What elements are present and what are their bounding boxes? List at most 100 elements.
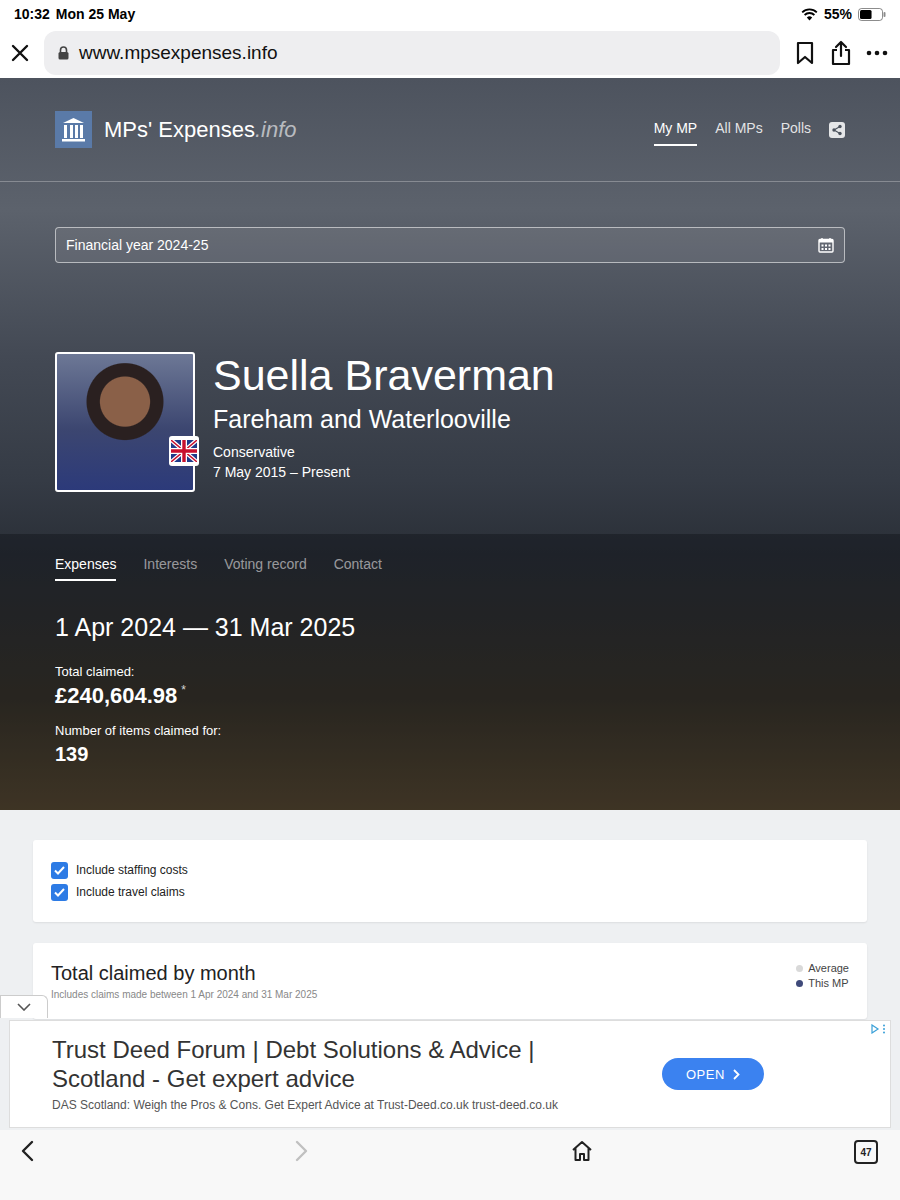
ad-description[interactable]: DAS Scotland: Weigh the Pros & Cons. Get… (52, 1098, 632, 1112)
year-value[interactable]: Financial year 2024-25 (66, 237, 208, 253)
date: Mon 25 May (56, 6, 135, 22)
term: 7 May 2015 – Present (213, 464, 555, 480)
legend-dot (796, 965, 803, 972)
ad-open-button[interactable]: OPEN (662, 1058, 764, 1090)
ad-collapse-button[interactable] (0, 995, 48, 1018)
chart-titles: Total claimed by month Includes claims ma… (51, 962, 317, 1000)
time: 10:32 (14, 6, 50, 22)
bookmark-icon[interactable] (794, 41, 816, 65)
site-nav: My MP All MPs Polls (654, 114, 845, 146)
nav-item[interactable]: My MP (654, 114, 698, 146)
home-button[interactable] (571, 1140, 593, 1162)
home-icon[interactable] (571, 1140, 593, 1162)
status-bar: 10:32 Mon 25 May 55% (0, 0, 900, 28)
battery-fill (860, 10, 872, 19)
back-arrow-icon[interactable] (20, 1140, 34, 1162)
hero-banner: MPs' Expenses.info My MP All MPs Polls Finan… (0, 78, 900, 810)
ad-choices-icon[interactable] (870, 1024, 880, 1034)
share-icon[interactable] (829, 122, 845, 138)
battery-icon (858, 8, 886, 21)
chevron-right-icon[interactable] (733, 1069, 740, 1080)
logo-suffix[interactable]: .info (255, 117, 297, 142)
legend-item: This MP (796, 977, 849, 989)
nav-item[interactable]: All MPs (715, 114, 762, 146)
filters-card: Include staffing costs Include travel cla… (33, 840, 867, 922)
close-icon[interactable] (10, 43, 30, 63)
union-flag-icon (171, 440, 197, 462)
site-logo[interactable]: MPs' Expenses.info (55, 111, 297, 148)
total-claimed: £240,604.98 * (55, 683, 845, 709)
tab-count[interactable]: 47 (854, 1140, 878, 1164)
tab[interactable]: Contact (334, 556, 382, 581)
total-amount: £240,604.98 (55, 683, 177, 709)
calendar-icon[interactable] (818, 237, 834, 253)
filter-label[interactable]: Include travel claims (76, 885, 185, 899)
back-button[interactable] (20, 1140, 34, 1162)
share-icon[interactable] (830, 40, 852, 66)
chart-subtitle: Includes claims made between 1 Apr 2024 … (51, 989, 317, 1000)
check-icon[interactable] (54, 888, 65, 897)
constituency: Fareham and Waterlooville (213, 405, 555, 434)
legend-dot (796, 980, 803, 987)
tab[interactable]: Interests (143, 556, 197, 581)
period: 1 Apr 2024 — 31 Mar 2025 (55, 613, 845, 642)
chevron-down-icon[interactable] (17, 1003, 31, 1011)
content: Include staffing costs Include travel cla… (0, 810, 900, 1019)
check-icon[interactable] (54, 866, 65, 875)
nav-item[interactable]: Polls (781, 114, 811, 146)
chart-header: Total claimed by month Includes claims ma… (51, 962, 849, 1000)
forward-button[interactable] (295, 1140, 309, 1162)
year-picker[interactable]: Financial year 2024-25 (55, 227, 845, 263)
ad-text[interactable]: Trust Deed Forum | Debt Solutions & Advi… (52, 1036, 632, 1113)
browser-bar: www.mpsexpenses.info (0, 28, 900, 78)
legend-item: Average (796, 962, 849, 974)
mp-photo (55, 352, 195, 492)
parliament-logo-icon[interactable] (55, 111, 92, 148)
items-label: Number of items claimed for: (55, 723, 845, 738)
browser-toolbar: 47 (0, 1130, 900, 1200)
tabs-button[interactable]: 47 (854, 1140, 878, 1164)
tab[interactable]: Expenses (55, 556, 116, 581)
forward-arrow-icon[interactable] (295, 1140, 309, 1162)
battery-percent: 55% (824, 6, 852, 22)
profile-tabs: Expenses Interests Voting record Contact (55, 556, 845, 581)
ad-title[interactable]: Trust Deed Forum | Debt Solutions & Advi… (52, 1036, 632, 1094)
status-clock: 10:32 Mon 25 May (14, 6, 135, 22)
tab[interactable]: Voting record (224, 556, 307, 581)
mp-photo-frame (55, 352, 195, 492)
logo-text[interactable]: MPs' Expenses.info (104, 117, 297, 143)
expenses-summary: Expenses Interests Voting record Contact 1 A… (0, 534, 900, 810)
more-button[interactable] (866, 50, 888, 56)
filter-option[interactable]: Include travel claims (51, 881, 849, 903)
legend-label: Average (808, 962, 849, 974)
ad-banner[interactable]: Trust Deed Forum | Debt Solutions & Advi… (9, 1020, 891, 1128)
filter-label[interactable]: Include staffing costs (76, 863, 188, 877)
share-button[interactable] (830, 40, 852, 66)
party: Conservative (213, 444, 555, 460)
ad-button-label[interactable]: OPEN (686, 1067, 725, 1082)
ad-info[interactable] (870, 1024, 886, 1034)
checkbox[interactable] (51, 862, 68, 879)
items-count: 139 (55, 743, 845, 766)
total-label: Total claimed: (55, 664, 845, 679)
bookmark-button[interactable] (794, 41, 816, 65)
legend-label: This MP (808, 977, 848, 989)
party-badge (169, 436, 199, 466)
footnote-mark: * (181, 683, 186, 697)
chart-legend: Average This MP (796, 962, 849, 989)
logo-name[interactable]: MPs' Expenses (104, 117, 255, 142)
mp-name: Suella Braverman (213, 352, 555, 399)
more-icon[interactable] (866, 50, 888, 56)
address-bar[interactable]: www.mpsexpenses.info (44, 31, 780, 75)
mp-details: Suella Braverman Fareham and Waterloovill… (213, 352, 555, 492)
checkbox[interactable] (51, 884, 68, 901)
site-header: MPs' Expenses.info My MP All MPs Polls (0, 78, 900, 182)
chart-title: Total claimed by month (51, 962, 317, 985)
status-indicators: 55% (801, 6, 886, 22)
wifi-icon (801, 8, 818, 21)
filter-option[interactable]: Include staffing costs (51, 859, 849, 881)
lock-icon (58, 46, 69, 60)
address[interactable]: www.mpsexpenses.info (79, 42, 278, 64)
ad-menu-icon[interactable] (882, 1024, 886, 1034)
mp-profile: Suella Braverman Fareham and Waterloovill… (0, 352, 900, 492)
